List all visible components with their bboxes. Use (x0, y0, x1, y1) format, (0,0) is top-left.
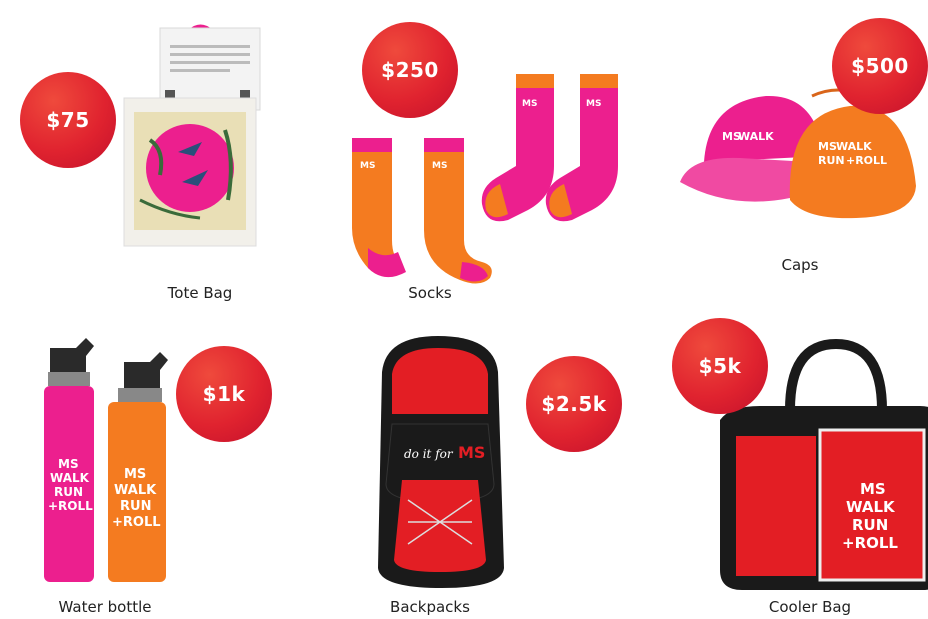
cooler-bag-label: Cooler Bag (768, 598, 852, 616)
cooler-text-run: RUN (852, 516, 888, 534)
cooler-text-walk: WALK (846, 498, 896, 516)
cooler-bag-price-badge: $5k (672, 318, 768, 414)
cooler-text-roll: +ROLL (842, 534, 898, 552)
cooler-bag-image: MS WALK RUN +ROLL (720, 338, 928, 590)
cooler-text-ms: MS (860, 480, 886, 498)
